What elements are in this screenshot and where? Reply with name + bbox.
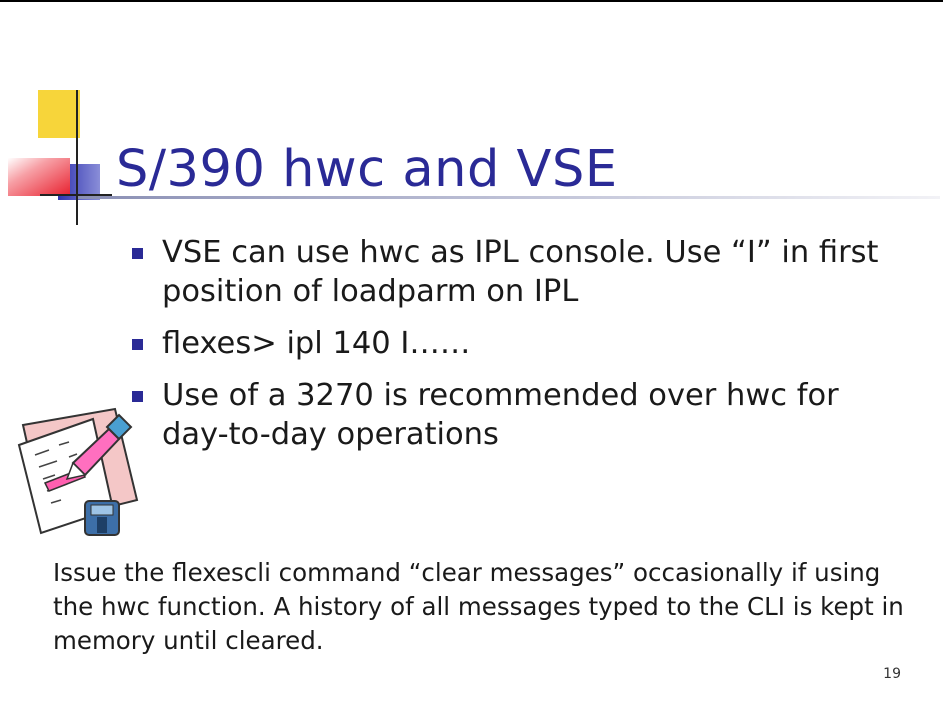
page-number: 19 xyxy=(883,666,901,682)
title-decoration-icon xyxy=(8,90,112,225)
list-item: flexes> ipl 140 I…… xyxy=(130,324,890,363)
bullet-text: Use of a 3270 is recommended over hwc fo… xyxy=(162,378,839,452)
note-text: Issue the flexescli command “clear messa… xyxy=(53,558,904,655)
bullet-text: VSE can use hwc as IPL console. Use “I” … xyxy=(162,235,879,309)
bullet-marker-icon xyxy=(132,248,143,259)
bullet-marker-icon xyxy=(132,339,143,350)
slide: S/390 hwc and VSE VSE can use hwc as IPL… xyxy=(0,0,943,721)
list-item: Use of a 3270 is recommended over hwc fo… xyxy=(130,376,890,454)
list-item: VSE can use hwc as IPL console. Use “I” … xyxy=(130,233,890,311)
slide-title: S/390 hwc and VSE xyxy=(116,140,618,199)
bullet-marker-icon xyxy=(132,391,143,402)
paper-highlighter-clipart-icon xyxy=(17,407,139,536)
bullet-text: flexes> ipl 140 I…… xyxy=(162,326,471,361)
bullet-list: VSE can use hwc as IPL console. Use “I” … xyxy=(130,233,890,467)
top-border xyxy=(0,0,943,2)
